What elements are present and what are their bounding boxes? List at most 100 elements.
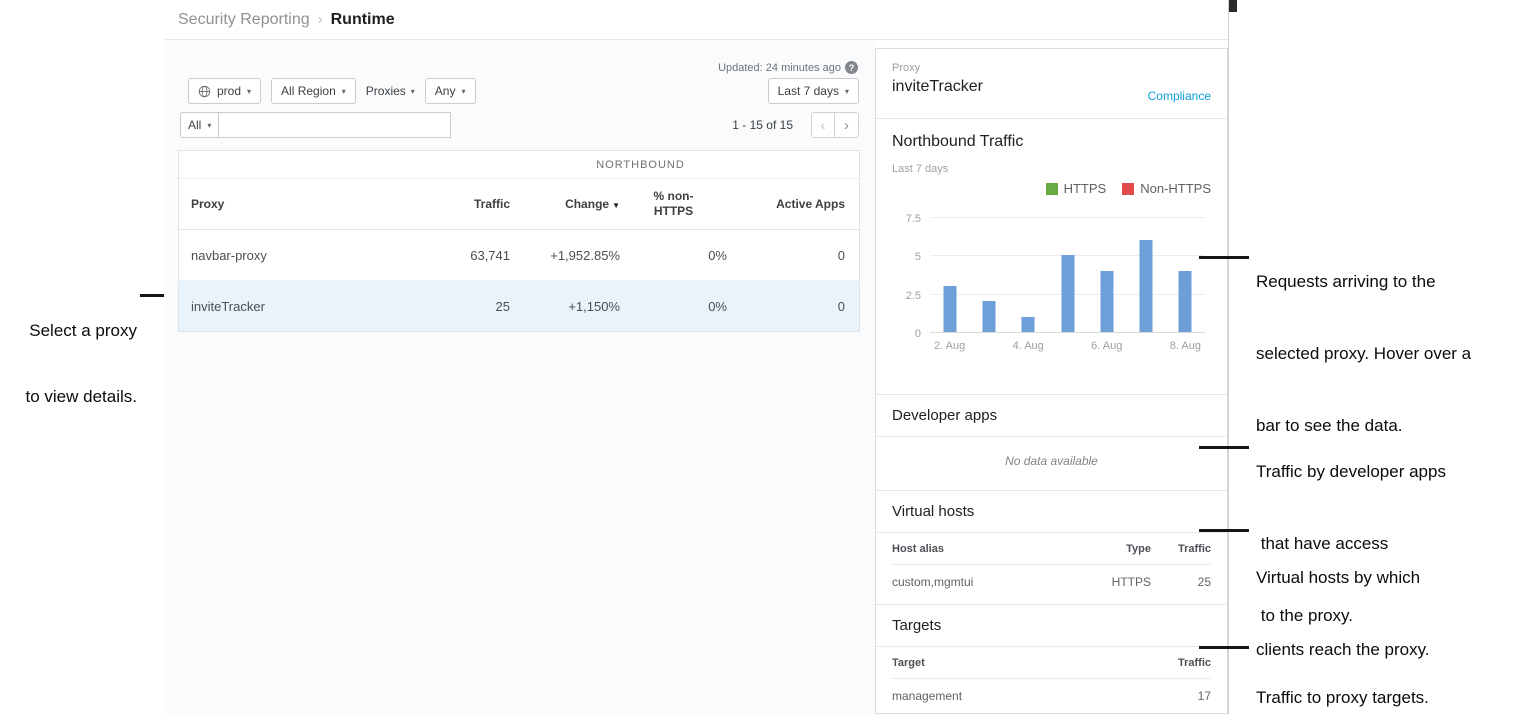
column-header-active-apps[interactable]: Active Apps [727, 179, 859, 230]
column-header-host-alias: Host alias [892, 533, 1091, 565]
any-label: Any [435, 84, 456, 98]
table-row-navbar-proxy[interactable]: navbar-proxy 63,741 +1,952.85% 0% 0 [179, 230, 859, 281]
updated-status: Updated: 24 minutes ago ? [718, 61, 858, 74]
active-apps-cell: 0 [727, 230, 859, 281]
legend-swatch [1122, 183, 1134, 195]
chart-bar[interactable] [943, 286, 956, 332]
search-toolbar: All ▾ 1 - 15 of 15 ‹ › [180, 112, 859, 138]
app-right-edge [1228, 0, 1229, 714]
detail-header: Proxy inviteTracker Compliance [876, 49, 1227, 119]
column-header-traffic: Traffic [1151, 533, 1211, 565]
no-data-message: No data available [892, 454, 1211, 468]
caret-down-icon: ▾ [845, 87, 849, 96]
filter-toolbar: prod ▾ All Region ▾ Proxies ▾ Any ▾ Last… [188, 78, 859, 104]
column-header-type: Type [1091, 533, 1151, 565]
legend-label: HTTPS [1064, 181, 1107, 196]
proxy-label: Proxy [892, 62, 1211, 74]
non-https-cell: 0% [620, 281, 727, 332]
column-header-target: Target [892, 647, 1121, 679]
prev-page-button[interactable]: ‹ [811, 112, 835, 138]
scrollbar-thumb[interactable] [1229, 0, 1237, 12]
proxy-table: NORTHBOUND Proxy Traffic Change▼ % non- … [178, 150, 860, 332]
chart-bar[interactable] [1061, 255, 1074, 332]
main-panel: Updated: 24 minutes ago ? prod ▾ All Reg… [165, 41, 875, 714]
group-header-northbound: NORTHBOUND [422, 151, 859, 179]
traffic-cell: 17 [1121, 679, 1211, 714]
column-header-non-https[interactable]: % non- HTTPS [620, 179, 727, 230]
table-row-invitetracker[interactable]: inviteTracker 25 +1,150% 0% 0 [179, 281, 859, 332]
annotation-connector [1199, 529, 1249, 532]
annotation-connector [1199, 256, 1249, 259]
proxy-name-cell: inviteTracker [179, 281, 422, 332]
caret-down-icon: ▾ [247, 87, 251, 96]
chart-bar[interactable] [1100, 271, 1113, 332]
targets-header-row: Target Traffic [892, 647, 1211, 679]
environment-dropdown[interactable]: prod ▾ [188, 78, 261, 104]
column-header-change-label: Change [565, 197, 609, 211]
type-cell: HTTPS [1091, 565, 1151, 600]
help-icon[interactable]: ? [845, 61, 858, 74]
chart-bar[interactable] [982, 301, 995, 332]
non-https-cell: 0% [620, 230, 727, 281]
northbound-traffic-section: Northbound Traffic Last 7 days HTTPS Non-… [876, 119, 1227, 395]
caret-down-icon: ▾ [207, 121, 211, 130]
annotation-line: Virtual hosts by which [1256, 566, 1430, 590]
column-header-non-https-line1: % non- [620, 189, 727, 204]
divider [876, 436, 1227, 437]
annotation-select-proxy: Select a proxy to view details. [0, 276, 137, 452]
pagination-controls: ‹ › [811, 112, 859, 138]
chart-bar[interactable] [1179, 271, 1192, 332]
environment-label: prod [217, 84, 241, 98]
x-tick-label: 8. Aug [1170, 340, 1201, 352]
updated-text: Updated: 24 minutes ago [718, 62, 841, 74]
sort-desc-icon: ▼ [612, 201, 620, 210]
globe-icon [198, 85, 211, 98]
targets-table: Target Traffic management 17 [892, 647, 1211, 713]
proxies-dropdown[interactable]: Proxies ▾ [366, 84, 415, 98]
annotation-targets-note: Traffic to proxy targets. [1256, 638, 1429, 714]
host-alias-cell: custom,mgmtui [892, 565, 1091, 600]
chevron-right-icon: › [844, 117, 849, 134]
column-header-change[interactable]: Change▼ [510, 179, 620, 230]
developer-apps-title: Developer apps [892, 407, 1211, 424]
traffic-cell: 63,741 [422, 230, 510, 281]
change-cell: +1,150% [510, 281, 620, 332]
group-header-empty [179, 151, 422, 179]
next-page-button[interactable]: › [835, 112, 859, 138]
northbound-traffic-title: Northbound Traffic [892, 133, 1211, 151]
column-header-traffic[interactable]: Traffic [422, 179, 510, 230]
northbound-chart: 02.557.5 2. Aug4. Aug6. Aug8. Aug [892, 218, 1211, 353]
annotation-line: to view details. [0, 386, 137, 408]
proxy-name-cell: navbar-proxy [179, 230, 422, 281]
date-range-label: Last 7 days [778, 84, 839, 98]
date-range-dropdown[interactable]: Last 7 days ▾ [768, 78, 859, 104]
chart-bar[interactable] [1140, 240, 1153, 332]
page-title: Runtime [331, 11, 395, 29]
change-cell: +1,952.85% [510, 230, 620, 281]
virtual-hosts-header-row: Host alias Type Traffic [892, 533, 1211, 565]
chart-legend: HTTPS Non-HTTPS [892, 181, 1211, 196]
targets-title: Targets [892, 617, 1211, 634]
compliance-link[interactable]: Compliance [1148, 89, 1211, 103]
chevron-left-icon: ‹ [821, 117, 826, 134]
chart-bar[interactable] [1022, 317, 1035, 332]
proxy-detail-panel: Proxy inviteTracker Compliance Northboun… [875, 48, 1228, 714]
virtual-hosts-table: Host alias Type Traffic custom,mgmtui HT… [892, 533, 1211, 599]
x-tick-label: 6. Aug [1091, 340, 1122, 352]
y-tick-label: 2.5 [906, 290, 921, 302]
annotation-connector [1199, 446, 1249, 449]
target-row[interactable]: management 17 [892, 679, 1211, 714]
search-input[interactable] [219, 112, 451, 138]
legend-swatch [1046, 183, 1058, 195]
region-dropdown[interactable]: All Region ▾ [271, 78, 356, 104]
y-tick-label: 5 [915, 251, 921, 263]
search-scope-dropdown[interactable]: All ▾ [180, 112, 219, 138]
region-label: All Region [281, 84, 336, 98]
legend-item: Non-HTTPS [1122, 181, 1211, 196]
virtual-host-row[interactable]: custom,mgmtui HTTPS 25 [892, 565, 1211, 600]
search-scope-label: All [188, 118, 201, 132]
annotation-connector [1199, 646, 1249, 649]
northbound-traffic-subtitle: Last 7 days [892, 163, 1211, 175]
any-dropdown[interactable]: Any ▾ [425, 78, 476, 104]
breadcrumb-section[interactable]: Security Reporting [178, 11, 310, 29]
